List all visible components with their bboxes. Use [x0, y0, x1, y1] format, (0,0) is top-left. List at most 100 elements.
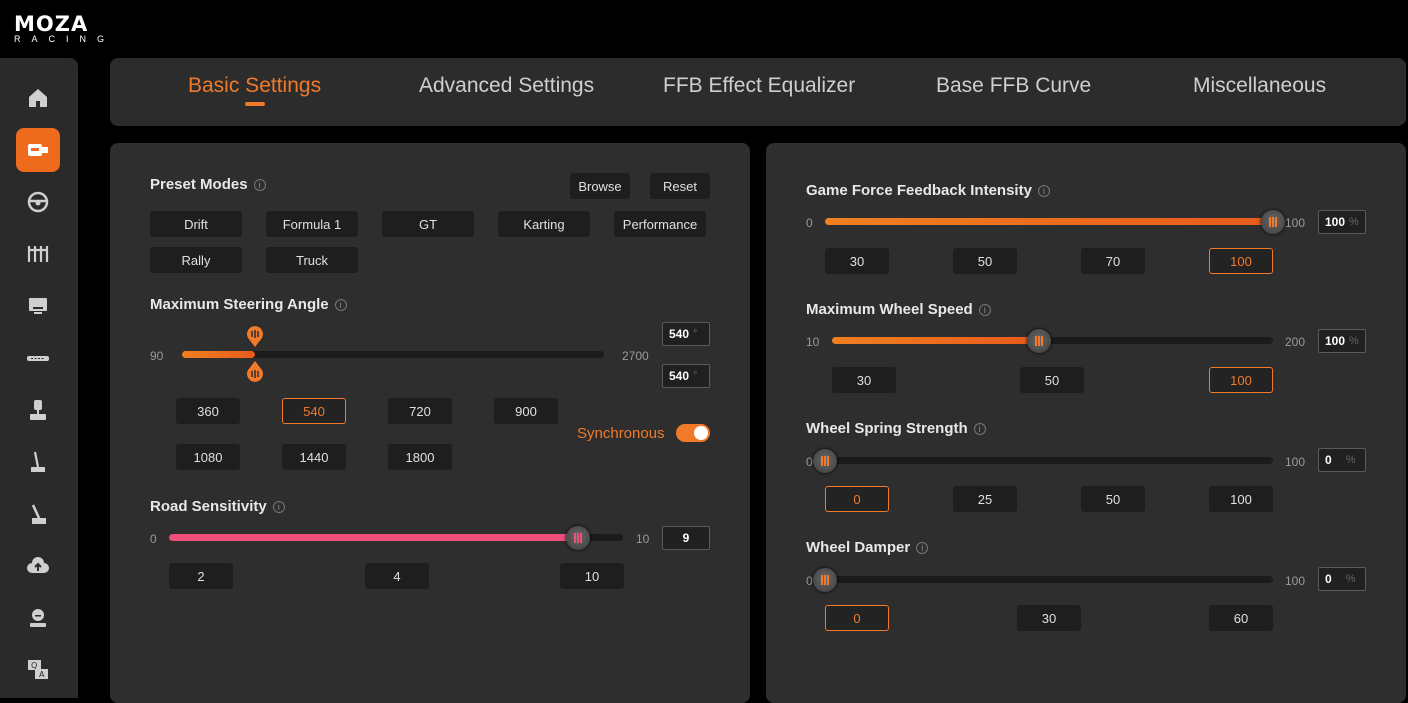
speed-value-box[interactable]: 100%	[1318, 329, 1366, 353]
info-icon[interactable]: i	[1037, 185, 1050, 197]
sidebar-item-cloud[interactable]	[16, 544, 60, 588]
steering-wheel-icon	[27, 191, 49, 213]
steering-preset-540[interactable]: 540	[282, 398, 346, 424]
sidebar-item-user[interactable]	[16, 596, 60, 640]
road-value-box[interactable]: 9	[662, 526, 710, 550]
damper-preset-60[interactable]: 60	[1209, 605, 1273, 631]
spring-preset-25[interactable]: 25	[953, 486, 1017, 512]
spring-max: 100	[1285, 455, 1306, 469]
synchronous-label: Synchronous	[577, 425, 665, 442]
steering-preset-1080[interactable]: 1080	[176, 444, 240, 470]
steering-min: 90	[150, 349, 164, 363]
percent-unit: %	[1345, 573, 1356, 585]
steering-value-top[interactable]: 540 °	[662, 322, 710, 346]
preset-truck[interactable]: Truck	[266, 247, 358, 273]
preset-performance[interactable]: Performance	[614, 211, 706, 237]
preset-gt[interactable]: GT	[382, 211, 474, 237]
preset-drift[interactable]: Drift	[150, 211, 242, 237]
damper-preset-0[interactable]: 0	[825, 605, 889, 631]
ffb-preset-70[interactable]: 70	[1081, 248, 1145, 274]
spring-slider-track[interactable]	[825, 457, 1273, 464]
sidebar-item-handbrake[interactable]	[16, 440, 60, 484]
road-preset-2[interactable]: 2	[169, 563, 233, 589]
sidebar-item-qa[interactable]: QA	[16, 648, 60, 692]
speed-preset-50[interactable]: 50	[1020, 367, 1084, 393]
sidebar-item-home[interactable]	[16, 76, 60, 120]
spring-min: 0	[806, 455, 813, 469]
spring-preset-0[interactable]: 0	[825, 486, 889, 512]
speed-min: 10	[806, 335, 820, 349]
tab-basic-settings[interactable]: Basic Settings	[188, 74, 321, 98]
steering-angle-title: Maximum Steering Angle i	[150, 296, 347, 313]
info-icon[interactable]: i	[978, 304, 991, 316]
sidebar-item-dashboard[interactable]	[16, 284, 60, 328]
sidebar-item-shifter-bar[interactable]	[16, 336, 60, 380]
tab-miscellaneous[interactable]: Miscellaneous	[1193, 74, 1326, 98]
tab-advanced-settings[interactable]: Advanced Settings	[419, 74, 594, 98]
steering-preset-1440[interactable]: 1440	[282, 444, 346, 470]
road-preset-10[interactable]: 10	[560, 563, 624, 589]
road-preset-4[interactable]: 4	[365, 563, 429, 589]
damper-value-box[interactable]: 0%	[1318, 567, 1366, 591]
preset-rally[interactable]: Rally	[150, 247, 242, 273]
road-sensitivity-label: Road Sensitivity	[150, 498, 267, 515]
steering-preset-360[interactable]: 360	[176, 398, 240, 424]
damper-value-text: 0	[1325, 572, 1332, 586]
tab-ffb-equalizer[interactable]: FFB Effect Equalizer	[663, 74, 855, 98]
moza-logo: MOZA RACING	[14, 14, 134, 46]
steering-value-bottom-text: 540	[669, 369, 690, 383]
preset-formula-1[interactable]: Formula 1	[266, 211, 358, 237]
damper-label: Wheel Damper	[806, 539, 911, 556]
lever-icon	[31, 504, 46, 524]
speed-preset-100[interactable]: 100	[1209, 367, 1273, 393]
ffb-intensity-title: Game Force Feedback Intensity i	[806, 182, 1050, 199]
reset-button[interactable]: Reset	[650, 173, 710, 199]
steering-preset-720[interactable]: 720	[388, 398, 452, 424]
steering-preset-1800[interactable]: 1800	[388, 444, 452, 470]
road-slider-track[interactable]	[169, 534, 623, 541]
sidebar-item-handbrake-2[interactable]	[16, 492, 60, 536]
damper-preset-30[interactable]: 30	[1017, 605, 1081, 631]
road-min: 0	[150, 532, 157, 546]
speed-slider-track[interactable]	[832, 337, 1273, 344]
sidebar-item-pedals[interactable]	[16, 232, 60, 276]
steering-value-bottom[interactable]: 540 °	[662, 364, 710, 388]
steering-slider-fill	[182, 351, 255, 358]
damper-slider-track[interactable]	[825, 576, 1273, 583]
spring-slider-handle[interactable]	[813, 449, 837, 473]
sidebar-item-motor[interactable]	[16, 128, 60, 172]
damper-slider-handle[interactable]	[813, 568, 837, 592]
ffb-slider-track[interactable]	[825, 218, 1273, 225]
steering-slider-track[interactable]	[182, 351, 604, 358]
steering-preset-900[interactable]: 900	[494, 398, 558, 424]
sidebar: QA	[0, 58, 78, 698]
ffb-preset-30[interactable]: 30	[825, 248, 889, 274]
ffb-preset-50[interactable]: 50	[953, 248, 1017, 274]
info-icon[interactable]: i	[334, 299, 347, 311]
percent-unit: %	[1349, 335, 1359, 347]
ffb-preset-100[interactable]: 100	[1209, 248, 1273, 274]
info-icon[interactable]: i	[253, 179, 266, 191]
damper-title: Wheel Damper i	[806, 539, 929, 556]
preset-karting[interactable]: Karting	[498, 211, 590, 237]
synchronous-toggle[interactable]	[676, 424, 710, 442]
motor-base-icon	[28, 144, 48, 156]
speed-max: 200	[1285, 335, 1306, 349]
steering-bottom-handle[interactable]	[245, 361, 265, 383]
info-icon[interactable]: i	[916, 542, 929, 554]
sidebar-item-joystick[interactable]	[16, 388, 60, 432]
spring-value-box[interactable]: 0%	[1318, 448, 1366, 472]
road-slider-handle[interactable]	[565, 526, 590, 550]
ffb-slider-handle[interactable]	[1261, 210, 1285, 234]
tab-base-ffb-curve[interactable]: Base FFB Curve	[936, 74, 1091, 98]
info-icon[interactable]: i	[973, 423, 986, 435]
sidebar-item-wheel[interactable]	[16, 180, 60, 224]
ffb-value-box[interactable]: 100%	[1318, 210, 1366, 234]
steering-top-handle[interactable]	[245, 325, 265, 347]
spring-preset-50[interactable]: 50	[1081, 486, 1145, 512]
info-icon[interactable]: i	[272, 501, 285, 513]
browse-button[interactable]: Browse	[570, 173, 630, 199]
speed-value-text: 100	[1325, 334, 1346, 348]
speed-preset-30[interactable]: 30	[832, 367, 896, 393]
spring-preset-100[interactable]: 100	[1209, 486, 1273, 512]
